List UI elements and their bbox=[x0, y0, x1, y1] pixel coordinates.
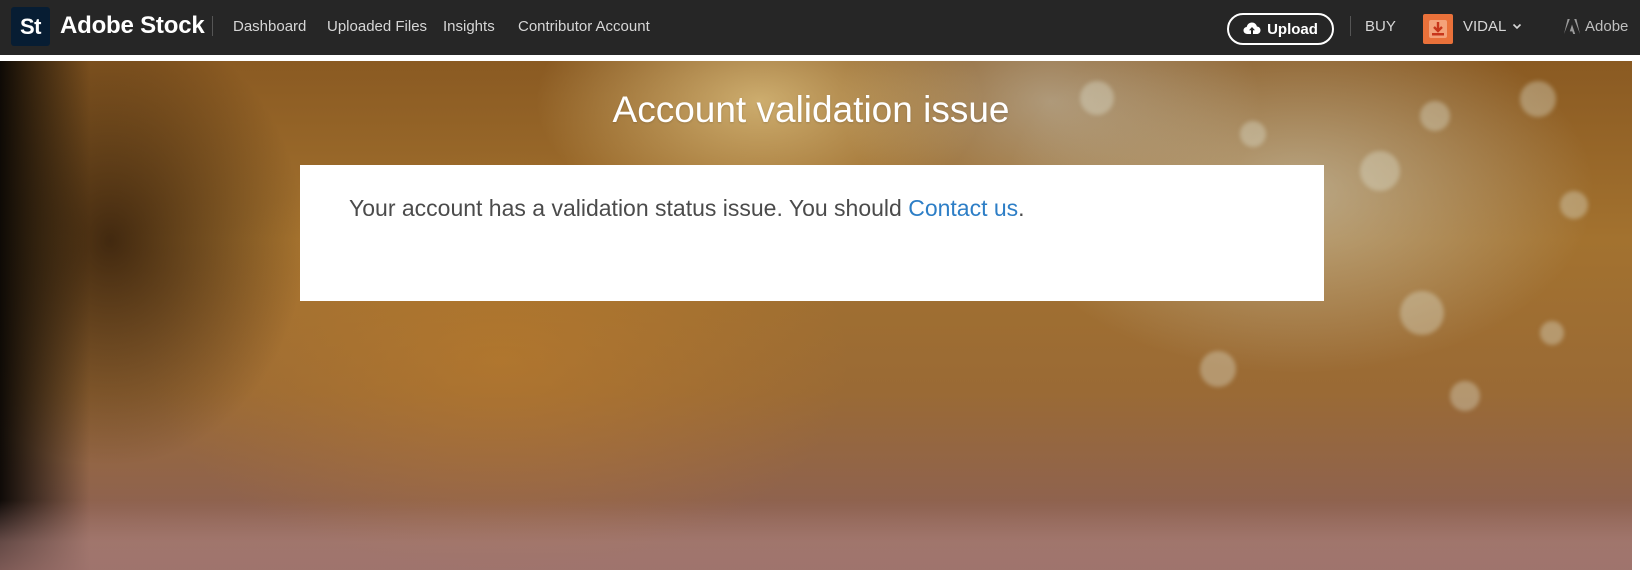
contact-us-link[interactable]: Contact us bbox=[908, 195, 1018, 221]
cloud-upload-icon bbox=[1243, 22, 1261, 35]
message-text: Your account has a validation status iss… bbox=[349, 195, 909, 221]
brand-name[interactable]: Adobe Stock bbox=[60, 12, 205, 40]
adobe-logo-icon[interactable] bbox=[1564, 19, 1580, 34]
page-title: Account validation issue bbox=[612, 89, 1010, 130]
bokeh-light bbox=[1560, 191, 1588, 219]
download-arrow-icon bbox=[1429, 20, 1447, 38]
nav-insights[interactable]: Insights bbox=[443, 18, 495, 35]
bokeh-light bbox=[1400, 291, 1444, 335]
upload-label: Upload bbox=[1267, 20, 1318, 38]
buy-link[interactable]: BUY bbox=[1365, 18, 1396, 35]
message-card: Your account has a validation status iss… bbox=[300, 165, 1324, 301]
nav-dashboard[interactable]: Dashboard bbox=[233, 18, 306, 35]
bokeh-light bbox=[1540, 321, 1564, 345]
upload-button[interactable]: Upload bbox=[1227, 13, 1334, 45]
bokeh-light bbox=[1200, 351, 1236, 387]
bokeh-light bbox=[1450, 381, 1480, 411]
hero-background: Account validation issue Your account ha… bbox=[0, 61, 1632, 570]
nav-uploaded-files[interactable]: Uploaded Files bbox=[327, 18, 427, 35]
message-period: . bbox=[1018, 195, 1025, 221]
nav-divider bbox=[1350, 16, 1351, 36]
adobe-stock-logo[interactable]: St bbox=[11, 7, 50, 46]
chevron-down-icon[interactable] bbox=[1511, 20, 1523, 32]
nav-contributor-account[interactable]: Contributor Account bbox=[518, 18, 650, 35]
bokeh-light bbox=[1360, 151, 1400, 191]
nav-divider bbox=[212, 16, 213, 36]
grass-foreground bbox=[0, 500, 1632, 570]
avatar[interactable] bbox=[1423, 14, 1453, 44]
top-nav-bar: St Adobe Stock Dashboard Uploaded Files … bbox=[0, 0, 1640, 55]
logo-text: St bbox=[20, 13, 42, 39]
user-menu-name[interactable]: VIDAL bbox=[1463, 18, 1506, 35]
scrollbar-track[interactable] bbox=[1632, 55, 1640, 570]
adobe-link[interactable]: Adobe bbox=[1585, 18, 1628, 35]
validation-message: Your account has a validation status iss… bbox=[349, 195, 1025, 222]
